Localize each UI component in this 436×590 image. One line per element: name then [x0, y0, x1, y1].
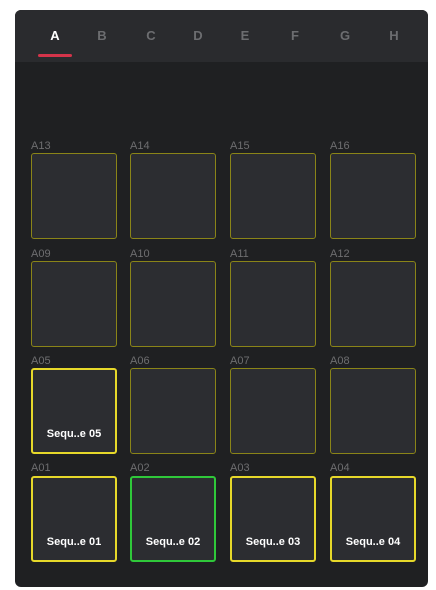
pad-a09[interactable] — [31, 261, 117, 347]
tab-h[interactable]: H — [374, 28, 414, 52]
active-tab-indicator — [38, 54, 72, 57]
pad-label: A15 — [230, 140, 250, 152]
pad-a13[interactable] — [31, 153, 117, 239]
pad-a06[interactable] — [130, 368, 216, 454]
pad-a05[interactable]: Sequ..e 05 — [31, 368, 117, 454]
pad-sequence-name: Sequ..e 02 — [145, 536, 201, 548]
pad-a08[interactable] — [330, 368, 416, 454]
pad-label: A04 — [330, 462, 350, 474]
pad-label: A05 — [31, 355, 51, 367]
pad-a14[interactable] — [130, 153, 216, 239]
tab-g[interactable]: G — [325, 28, 365, 52]
pad-label: A08 — [330, 355, 350, 367]
tab-c[interactable]: C — [131, 28, 171, 52]
pad-label: A06 — [130, 355, 150, 367]
pad-label: A10 — [130, 248, 150, 260]
tab-f[interactable]: F — [275, 28, 315, 52]
pad-sequence-name: Sequ..e 03 — [245, 536, 301, 548]
pad-a03[interactable]: Sequ..e 03 — [230, 476, 316, 562]
pad-a11[interactable] — [230, 261, 316, 347]
pad-label: A12 — [330, 248, 350, 260]
tab-a[interactable]: A — [35, 28, 75, 52]
pad-a04[interactable]: Sequ..e 04 — [330, 476, 416, 562]
tab-e[interactable]: E — [225, 28, 265, 52]
pad-label: A01 — [31, 462, 51, 474]
pad-label: A07 — [230, 355, 250, 367]
pad-label: A14 — [130, 140, 150, 152]
tab-b[interactable]: B — [82, 28, 122, 52]
pad-a02[interactable]: Sequ..e 02 — [130, 476, 216, 562]
pad-a15[interactable] — [230, 153, 316, 239]
pad-a16[interactable] — [330, 153, 416, 239]
pad-bank-panel: A B C D E F G H A13 A14 A15 A16 A09 A10 A11 A12… — [15, 10, 428, 587]
pad-label: A02 — [130, 462, 150, 474]
pad-a01[interactable]: Sequ..e 01 — [31, 476, 117, 562]
pad-label: A03 — [230, 462, 250, 474]
pad-a07[interactable] — [230, 368, 316, 454]
pad-label: A11 — [230, 248, 249, 260]
pad-sequence-name: Sequ..e 05 — [46, 428, 102, 440]
pad-sequence-name: Sequ..e 01 — [46, 536, 102, 548]
pad-label: A13 — [31, 140, 51, 152]
tab-d[interactable]: D — [178, 28, 218, 52]
pad-a10[interactable] — [130, 261, 216, 347]
pad-sequence-name: Sequ..e 04 — [345, 536, 401, 548]
pad-label: A09 — [31, 248, 51, 260]
bank-tab-bar: A B C D E F G H — [15, 10, 428, 62]
pad-a12[interactable] — [330, 261, 416, 347]
pad-label: A16 — [330, 140, 350, 152]
